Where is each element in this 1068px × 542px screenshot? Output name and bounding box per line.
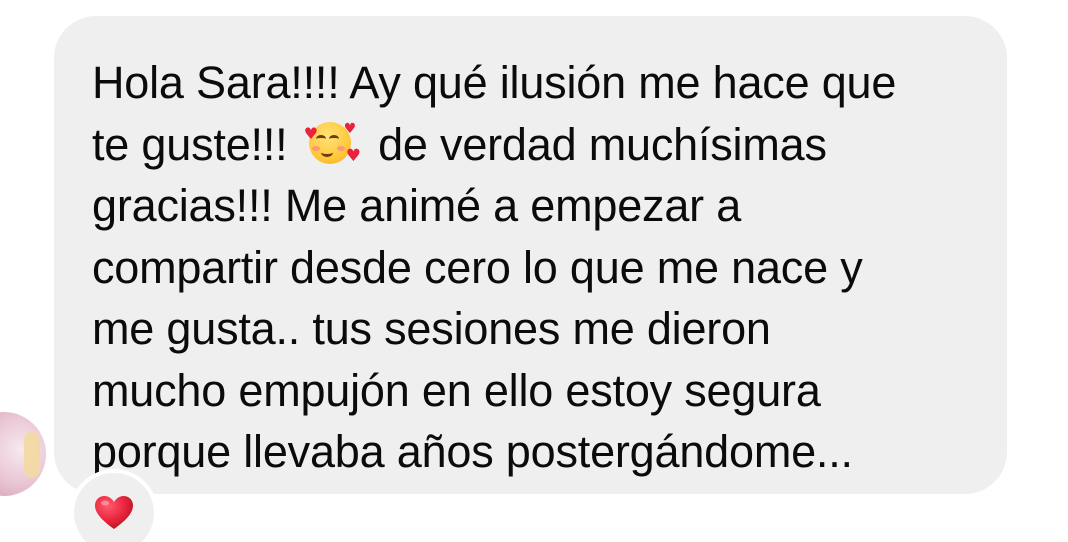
message-line-segment: de verdad muchísimas: [378, 118, 827, 170]
message-line: gracias!!! Me animé a empezar a: [92, 180, 742, 231]
smiling-face-with-hearts-icon: ♥ ♥ ♥: [303, 120, 361, 166]
message-line: porque llevaba años postergándome...: [92, 426, 853, 477]
red-heart-icon: [95, 496, 133, 529]
message-line: compartir desde cero lo que me nace y: [92, 241, 863, 293]
message-line: Hola Sara!!!! Ay qué ilusión me hace que: [92, 57, 897, 108]
received-message-bubble[interactable]: Hola Sara!!!! Ay qué ilusión me hace que…: [54, 16, 1007, 494]
message-line: me gusta.. tus sesiones me dieron: [92, 303, 771, 354]
message-text: Hola Sara!!!! Ay qué ilusión me hace que…: [92, 52, 967, 483]
sender-avatar[interactable]: [0, 412, 46, 496]
message-line-segment: te guste!!!: [92, 118, 288, 170]
message-line: te guste!!! ♥ ♥ ♥ de verdad muchísimas: [92, 114, 967, 176]
message-line: mucho empujón en ello estoy segura: [92, 364, 821, 416]
